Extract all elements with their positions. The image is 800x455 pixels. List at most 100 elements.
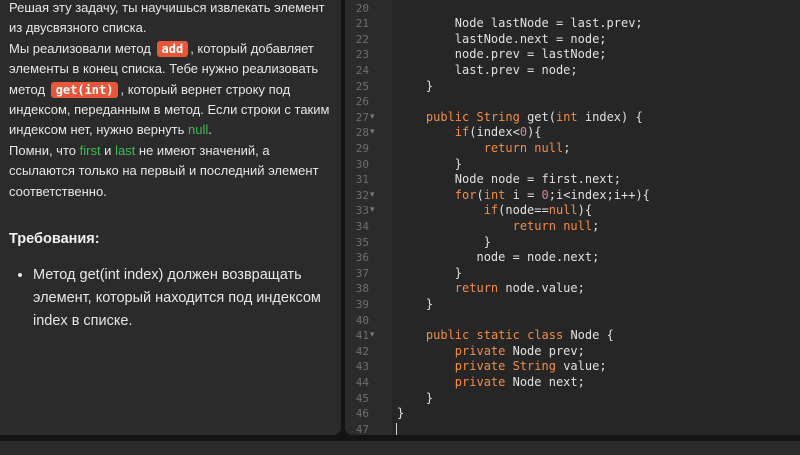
code-text: }	[397, 78, 434, 93]
line-number: 21	[355, 17, 369, 31]
keyword-first: first	[79, 142, 101, 158]
text-segment: .	[208, 122, 212, 138]
line-number: 32	[355, 188, 369, 202]
code-line: 22 lastNode.next = node;	[345, 32, 800, 48]
text-segment: Помни, что	[9, 142, 80, 158]
code-text: if(index<0){	[454, 125, 542, 140]
keyword-last: last	[115, 142, 136, 158]
fold-arrow-icon[interactable]: ▾	[370, 188, 375, 204]
line-number: 41	[355, 329, 369, 343]
code-line: 32 ▾ for(int i = 0;i<index;i++){	[345, 188, 800, 204]
line-number: 44	[355, 375, 369, 389]
code-line: 20	[345, 1, 800, 17]
line-number: 42	[355, 344, 369, 358]
code-line: 38 return node.value;	[345, 281, 800, 297]
line-number: 23	[355, 48, 369, 62]
code-line: 28 ▾ if(index<0){	[345, 125, 800, 141]
code-line: 34 return null;	[345, 219, 800, 235]
code-text: last.prev = node;	[397, 62, 578, 77]
task-intro: Решая эту задачу, ты научишься извлекать…	[9, 0, 325, 36]
code-line: 41 ▾ public static class Node {	[345, 328, 800, 344]
line-number: 29	[355, 141, 369, 155]
code-text: }	[397, 296, 434, 311]
task-paragraph-methods: Мы реализовали метод add, который добавл…	[9, 39, 331, 141]
line-number: 33	[355, 204, 369, 218]
text-cursor	[396, 422, 397, 435]
line-number: 40	[355, 313, 369, 327]
code-text: }	[397, 156, 463, 171]
line-number: 39	[355, 297, 369, 311]
code-line: 25 }	[345, 79, 800, 95]
line-number: 43	[355, 360, 369, 374]
code-text: Node lastNode = last.prev;	[397, 16, 643, 31]
line-number: 24	[355, 63, 369, 77]
text-segment: Мы реализовали метод	[9, 40, 155, 56]
code-line: 35 }	[345, 235, 800, 251]
code-line: 33 ▾ if(node==null){	[345, 203, 800, 219]
bottom-bar	[0, 441, 800, 455]
line-number: 47	[355, 422, 369, 435]
code-text: if(node==null){	[483, 203, 593, 218]
code-line: 42 private Node prev;	[345, 344, 800, 360]
fold-arrow-icon[interactable]: ▾	[370, 125, 375, 141]
code-line: 24 last.prev = node;	[345, 63, 800, 79]
fold-arrow-icon[interactable]: ▾	[370, 203, 375, 219]
requirements-title: Требования:	[9, 231, 100, 248]
line-number: 22	[355, 32, 369, 46]
code-text: return node.value;	[454, 281, 585, 296]
line-number: 35	[355, 235, 369, 249]
line-number: 20	[355, 1, 369, 15]
code-text: node.prev = lastNode;	[397, 47, 607, 62]
line-number: 27	[355, 110, 369, 124]
line-number: 45	[355, 391, 369, 405]
line-number: 25	[355, 79, 369, 93]
code-line: 26	[345, 94, 800, 110]
code-line: 39 }	[345, 297, 800, 313]
line-number: 36	[355, 251, 369, 265]
code-line: 44 private Node next;	[345, 375, 800, 391]
code-text: Node node = first.next;	[397, 172, 621, 187]
code-chip-get: get(int)	[50, 81, 119, 98]
line-number: 34	[355, 219, 369, 233]
code-text: public String get(int index) {	[425, 109, 643, 124]
code-line: 40	[345, 313, 800, 329]
line-number: 37	[355, 266, 369, 280]
code-line: 21 Node lastNode = last.prev;	[345, 16, 800, 32]
code-text: for(int i = 0;i<index;i++){	[454, 187, 650, 202]
requirements-list: Метод get(int index) должен возвращать э…	[9, 264, 331, 333]
line-number: 46	[355, 407, 369, 421]
code-line: 47	[345, 422, 800, 435]
line-number: 30	[355, 157, 369, 171]
code-text: }	[397, 234, 491, 249]
code-editor[interactable]: 20 21 Node lastNode = last.prev; 22 lastNo…	[345, 0, 800, 435]
code-line: 36 node = node.next;	[345, 250, 800, 266]
code-text: private Node next;	[454, 374, 585, 389]
code-line: 43 private String value;	[345, 359, 800, 375]
task-paragraph-note: Помни, что first и last не имеют значени…	[9, 141, 331, 202]
code-line: 46}	[345, 406, 800, 422]
code-text: }	[397, 265, 463, 280]
keyword-null: null	[188, 122, 209, 138]
code-text: }	[397, 406, 405, 421]
fold-arrow-icon[interactable]: ▾	[370, 328, 375, 344]
code-line: 31 Node node = first.next;	[345, 172, 800, 188]
line-number: 26	[355, 95, 369, 109]
code-line: 30 }	[345, 157, 800, 173]
code-line: 45 }	[345, 391, 800, 407]
requirement-item: Метод get(int index) должен возвращать э…	[33, 264, 331, 333]
code-text: private String value;	[454, 359, 607, 374]
task-panel: Решая эту задачу, ты научишься извлекать…	[0, 0, 341, 435]
code-line: 29 return null;	[345, 141, 800, 157]
code-text: return null;	[512, 218, 600, 233]
line-number: 31	[355, 173, 369, 187]
code-line: 23 node.prev = lastNode;	[345, 47, 800, 63]
line-number: 38	[355, 282, 369, 296]
code-text: node = node.next;	[397, 250, 600, 265]
line-number: 28	[355, 126, 369, 140]
code-text: }	[397, 390, 434, 405]
text-segment: и	[100, 142, 116, 158]
code-text: private Node prev;	[454, 343, 585, 358]
fold-arrow-icon[interactable]: ▾	[370, 110, 375, 126]
code-text: lastNode.next = node;	[397, 31, 607, 46]
code-line: 27 ▾ public String get(int index) {	[345, 110, 800, 126]
